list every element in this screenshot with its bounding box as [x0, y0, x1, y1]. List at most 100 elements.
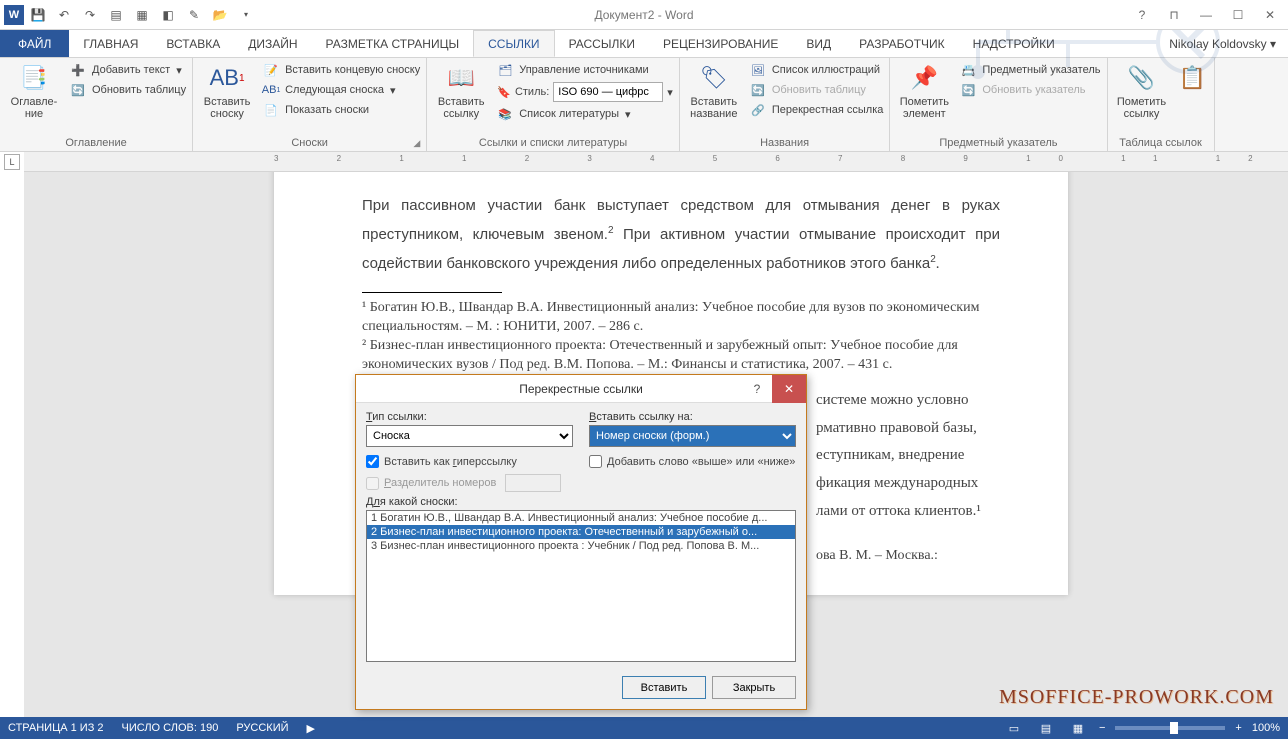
group-label-footnotes: Сноски◢ — [199, 135, 420, 149]
add-text-button[interactable]: ➕Добавить текст ▾ — [70, 62, 186, 78]
ref-type-select[interactable]: Сноска — [366, 425, 573, 447]
qat-icon[interactable]: ▤ — [108, 7, 124, 23]
bibliography-icon: 📚 — [497, 106, 513, 122]
insert-ref-label: Вставить ссылку на: — [589, 411, 796, 423]
group-label-captions: Названия — [686, 135, 884, 149]
show-notes-icon: 📄 — [263, 102, 279, 118]
tab-home[interactable]: ГЛАВНАЯ — [69, 30, 152, 57]
title-bar: W 💾 ↶ ↷ ▤ ▦ ◧ ✎ 📂 ▾ Документ2 - Word ? ⊓… — [0, 0, 1288, 30]
close-icon[interactable]: ✕ — [1256, 5, 1284, 25]
caption-icon: 🏷 — [698, 62, 730, 94]
tab-references[interactable]: ССЫЛКИ — [473, 30, 554, 57]
horizontal-ruler[interactable]: 3 2 1 1 2 3 4 5 6 7 8 9 10 11 12 13 14 1… — [24, 152, 1288, 172]
next-footnote-button[interactable]: AB1Следующая сноска ▾ — [263, 82, 420, 98]
update-toc-button[interactable]: 🔄Обновить таблицу — [70, 82, 186, 98]
insert-ref-select[interactable]: Номер сноски (форм.) — [589, 425, 796, 447]
illustrations-button[interactable]: 🖼Список иллюстраций — [750, 62, 884, 78]
tab-mailings[interactable]: РАССЫЛКИ — [555, 30, 649, 57]
maximize-icon[interactable]: ☐ — [1224, 5, 1252, 25]
tab-file[interactable]: ФАЙЛ — [0, 30, 69, 57]
save-icon[interactable]: 💾 — [30, 7, 46, 23]
citation-style-input[interactable] — [553, 82, 663, 102]
quick-access-toolbar: 💾 ↶ ↷ ▤ ▦ ◧ ✎ 📂 ▾ — [30, 7, 254, 23]
list-item[interactable]: 1 Богатин Ю.В., Швандар В.А. Инвестицион… — [367, 511, 795, 525]
show-notes-button[interactable]: 📄Показать сноски — [263, 102, 420, 118]
dialog-launcher-icon[interactable]: ◢ — [413, 138, 420, 149]
minimize-icon[interactable]: — — [1192, 5, 1220, 25]
zoom-level[interactable]: 100% — [1252, 722, 1280, 734]
tab-selector[interactable]: L — [4, 154, 20, 170]
read-mode-icon[interactable]: ▭ — [1003, 719, 1025, 737]
footnote-listbox[interactable]: 1 Богатин Ю.В., Швандар В.А. Инвестицион… — [366, 510, 796, 662]
ribbon-options-icon[interactable]: ⊓ — [1160, 5, 1188, 25]
list-item[interactable]: 3 Бизнес-план инвестиционного проекта : … — [367, 539, 795, 553]
tab-view[interactable]: ВИД — [792, 30, 845, 57]
qat-icon[interactable]: ▦ — [134, 7, 150, 23]
dialog-title-bar[interactable]: Перекрестные ссылки ? ✕ — [356, 375, 806, 403]
help-icon[interactable]: ? — [1128, 5, 1156, 25]
footnote-separator — [362, 292, 502, 293]
status-page[interactable]: СТРАНИЦА 1 ИЗ 2 — [8, 722, 104, 734]
cross-ref-icon: 🔗 — [750, 102, 766, 118]
group-label-toc: Оглавление — [6, 135, 186, 149]
web-layout-icon[interactable]: ▦ — [1067, 719, 1089, 737]
manage-sources-button[interactable]: 🗂Управление источниками — [497, 62, 673, 78]
footnote-2: ² Бизнес-план инвестиционного проекта: О… — [362, 337, 1000, 375]
group-label-index: Предметный указатель — [896, 135, 1100, 149]
footnote-icon: AB1 — [211, 62, 243, 94]
qat-icon[interactable]: ✎ — [186, 7, 202, 23]
status-bar: СТРАНИЦА 1 ИЗ 2 ЧИСЛО СЛОВ: 190 РУССКИЙ … — [0, 717, 1288, 739]
redo-icon[interactable]: ↷ — [82, 7, 98, 23]
zoom-in-icon[interactable]: + — [1235, 722, 1241, 734]
ref-type-label: Тип ссылки: — [366, 411, 573, 423]
style-icon: 🔖 — [497, 86, 511, 99]
qat-more-icon[interactable]: ▾ — [238, 7, 254, 23]
update-index-button[interactable]: 🔄Обновить указатель — [960, 82, 1100, 98]
status-language[interactable]: РУССКИЙ — [236, 722, 288, 734]
group-label-toa: Таблица ссылок — [1114, 135, 1208, 149]
above-below-checkbox[interactable]: Добавить слово «выше» или «ниже» — [589, 455, 796, 468]
add-text-icon: ➕ — [70, 62, 86, 78]
separator-checkbox: Разделитель номеров — [366, 474, 573, 492]
citation-icon: 📖 — [445, 62, 477, 94]
insert-button[interactable]: Вставить — [622, 676, 706, 699]
undo-icon[interactable]: ↶ — [56, 7, 72, 23]
illustrations-icon: 🖼 — [750, 62, 766, 78]
dialog-close-button[interactable]: ✕ — [772, 375, 806, 403]
manage-sources-icon: 🗂 — [497, 62, 513, 78]
print-layout-icon[interactable]: ▤ — [1035, 719, 1057, 737]
tab-page-layout[interactable]: РАЗМЕТКА СТРАНИЦЫ — [312, 30, 474, 57]
dialog-help-button[interactable]: ? — [742, 375, 772, 403]
qat-icon[interactable]: ◧ — [160, 7, 176, 23]
refresh-icon: 🔄 — [750, 82, 766, 98]
watermark: MSOFFICE-PROWORK.COM — [999, 686, 1274, 709]
refresh-icon: 🔄 — [70, 82, 86, 98]
insert-footnote-button[interactable]: AB1Вставить сноску — [199, 62, 255, 120]
tab-design[interactable]: ДИЗАЙН — [234, 30, 311, 57]
insert-citation-button[interactable]: 📖Вставить ссылку — [433, 62, 489, 120]
update-table-button[interactable]: 🔄Обновить таблицу — [750, 82, 884, 98]
macro-icon[interactable]: ▶ — [307, 722, 315, 735]
endnote-icon: 📝 — [263, 62, 279, 78]
bibliography-button[interactable]: 📚Список литературы ▾ — [497, 106, 673, 122]
tab-review[interactable]: РЕЦЕНЗИРОВАНИЕ — [649, 30, 792, 57]
status-words[interactable]: ЧИСЛО СЛОВ: 190 — [122, 722, 219, 734]
word-app-icon: W — [4, 5, 24, 25]
insert-endnote-button[interactable]: 📝Вставить концевую сноску — [263, 62, 420, 78]
zoom-out-icon[interactable]: − — [1099, 722, 1105, 734]
citation-style-dropdown[interactable]: 🔖Стиль:▾ — [497, 82, 673, 102]
cross-reference-dialog: Перекрестные ссылки ? ✕ Тип ссылки: Снос… — [355, 374, 807, 710]
cross-reference-button[interactable]: 🔗Перекрестная ссылка — [750, 102, 884, 118]
close-button[interactable]: Закрыть — [712, 676, 796, 699]
hyperlink-checkbox[interactable]: Вставить как гиперссылку — [366, 455, 573, 468]
toc-button[interactable]: 📑Оглавле- ние — [6, 62, 62, 120]
open-icon[interactable]: 📂 — [212, 7, 228, 23]
group-label-citations: Ссылки и списки литературы — [433, 135, 673, 149]
body-paragraph: При пассивном участии банк выступает сре… — [362, 192, 1000, 278]
tab-insert[interactable]: ВСТАВКА — [152, 30, 234, 57]
insert-caption-button[interactable]: 🏷Вставить название — [686, 62, 742, 120]
next-footnote-icon: AB1 — [263, 82, 279, 98]
zoom-slider[interactable] — [1115, 726, 1225, 730]
list-item[interactable]: 2 Бизнес-план инвестиционного проекта: О… — [367, 525, 795, 539]
for-which-label: Для какой сноски: — [366, 496, 796, 508]
